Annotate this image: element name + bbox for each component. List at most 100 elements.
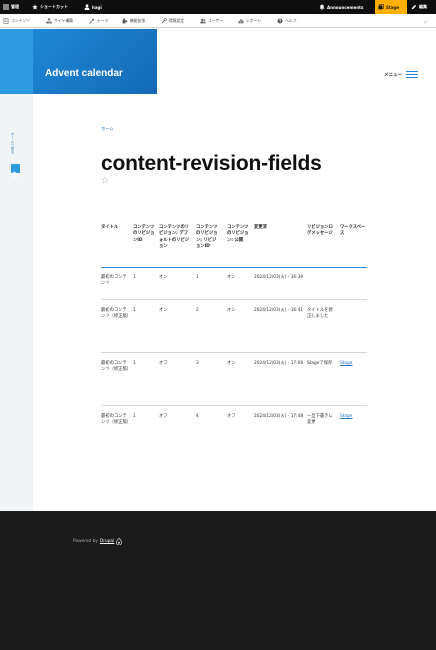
reports-icon	[238, 19, 244, 24]
star-icon	[32, 4, 38, 10]
collapse-icon: |←	[424, 18, 429, 24]
cell-changed: 2024/12/03(火) - 16:41	[254, 308, 304, 313]
admin-menu-label: サイト構築	[54, 18, 73, 23]
column-header-default-revision[interactable]: コンテンツのリビジョン: デフォルトのリビジョン	[159, 225, 191, 251]
cell-published: オン	[227, 275, 236, 280]
bookmark-star-icon[interactable]: ☆	[101, 177, 109, 186]
admin-menu-label: コンテンツ	[11, 18, 30, 23]
column-header-revision-id[interactable]: コンテンツのリビジョンID	[133, 225, 155, 244]
admin-menu-label: 機能拡張	[130, 18, 146, 23]
cell-log-message: Stageで保存	[307, 361, 333, 366]
cell-log-message: 一旦下書きに変更	[307, 414, 333, 426]
column-header-rev-revision-id[interactable]: コンテンツのリビジョン: リビジョンID	[196, 225, 220, 251]
shortcuts-tab[interactable]: ショートカット	[32, 0, 68, 14]
cell-workspace[interactable]: Stage	[340, 414, 352, 420]
structure-icon	[46, 18, 52, 24]
help-icon	[277, 18, 283, 24]
back-to-site-link[interactable]: ホームへ戻る	[11, 132, 16, 154]
feed-icon[interactable]	[11, 164, 20, 178]
cell-published: オフ	[227, 414, 236, 419]
cell-rev-revision-id: 2	[196, 308, 199, 313]
edit-tab[interactable]: 編集	[411, 0, 427, 14]
pencil-icon	[411, 4, 417, 10]
main-menu-toggle[interactable]: メニュー	[384, 71, 418, 78]
side-panel-header	[0, 29, 33, 94]
cell-workspace[interactable]: Stage	[340, 361, 352, 367]
cell-title: 最初のコンテンツ（修正版）	[101, 308, 132, 320]
cell-title: 最初のコンテンツ（修正版）	[101, 414, 132, 426]
hamburger-icon	[406, 71, 418, 78]
stage-label: Stage	[386, 4, 400, 10]
row-divider	[101, 352, 367, 353]
people-icon	[200, 18, 206, 24]
cell-default-revision: オン	[159, 308, 168, 313]
cell-title: 最初のコンテンツ	[101, 275, 127, 287]
admin-menu-label: ヘルプ	[285, 18, 297, 23]
workspace-icon	[378, 4, 384, 10]
cell-revision-id: 1	[133, 414, 136, 419]
powered-by: Powered by Drupal	[73, 538, 123, 545]
cell-log-message: タイトルを修正しました	[307, 308, 333, 320]
hamburger-icon	[3, 4, 9, 10]
workspace-switcher[interactable]: Stage	[375, 0, 407, 14]
page-title: content-revision-fields	[101, 152, 322, 175]
column-header-published[interactable]: コンテンツのリビジョン: 公開	[227, 225, 249, 244]
cell-published: オン	[227, 361, 236, 366]
admin-menu-extend[interactable]: 機能拡張	[122, 14, 145, 28]
cell-revision-id: 1	[133, 361, 136, 366]
powered-by-label: Powered by	[73, 539, 98, 544]
edit-label: 編集	[419, 4, 427, 9]
content-icon	[3, 18, 9, 24]
breadcrumb-home[interactable]: ホーム	[101, 126, 113, 132]
cell-changed: 2024/12/03(火) - 17:48	[254, 414, 304, 419]
cell-rev-revision-id: 3	[196, 361, 199, 366]
cell-default-revision: オフ	[159, 414, 168, 419]
cell-revision-id: 1	[133, 275, 136, 280]
admin-menu-structure[interactable]: サイト構築	[46, 14, 73, 28]
drupal-link[interactable]: Drupal	[100, 539, 114, 544]
user-tab[interactable]: hagi	[84, 0, 102, 14]
cell-title: 最初のコンテンツ（修正版）	[101, 361, 132, 373]
admin-menu-help[interactable]: ヘルプ	[277, 14, 296, 28]
cell-default-revision: オフ	[159, 361, 168, 366]
user-icon	[84, 4, 90, 10]
admin-menu-label: ユーザー	[208, 18, 224, 23]
bell-icon	[319, 4, 325, 10]
cell-default-revision: オン	[159, 275, 168, 280]
manage-label: 管理	[11, 4, 19, 9]
site-footer: Powered by Drupal	[0, 511, 436, 650]
admin-menu-people[interactable]: ユーザー	[200, 14, 223, 28]
column-header-workspace[interactable]: ワークスペース	[340, 225, 367, 238]
admin-menu-config[interactable]: 環境設定	[161, 14, 184, 28]
cell-changed: 2024/12/03(火) - 17:08	[254, 361, 304, 366]
admin-menu-label: レポート	[246, 18, 262, 23]
announcements-label: Announcements	[327, 4, 364, 10]
column-header-changed[interactable]: 変更済	[254, 225, 304, 231]
appearance-icon	[89, 18, 95, 24]
collapse-tray-button[interactable]: |←	[424, 14, 428, 28]
admin-menu-label: テーマ	[97, 18, 109, 23]
side-panel	[0, 29, 33, 511]
site-branding[interactable]: Advent calendar	[33, 29, 157, 94]
site-name[interactable]: Advent calendar	[45, 68, 123, 79]
admin-toolbar: 管理 ショートカット hagi Announcements Stage 編集	[0, 0, 436, 14]
cell-published: オン	[227, 308, 236, 313]
row-divider	[101, 405, 367, 406]
admin-menu-label: 環境設定	[169, 18, 185, 23]
admin-menu-tray: コンテンツ サイト構築 テーマ 機能拡張 環境設定 ユーザー レポート ヘルプ …	[0, 14, 436, 28]
config-icon	[161, 18, 167, 24]
cell-rev-revision-id: 4	[196, 414, 199, 419]
column-header-log-message[interactable]: リビジョンログメッセージ	[307, 225, 337, 238]
manage-tab[interactable]: 管理	[3, 0, 19, 14]
extend-icon	[122, 18, 128, 24]
announcements-tab[interactable]: Announcements	[319, 0, 363, 14]
admin-menu-reports[interactable]: レポート	[238, 14, 261, 28]
cell-changed: 2024/12/03(火) - 16:39	[254, 275, 304, 280]
admin-menu-appearance[interactable]: テーマ	[89, 14, 108, 28]
drupal-drop-icon	[116, 538, 123, 545]
cell-revision-id: 1	[133, 308, 136, 313]
menu-label: メニュー	[384, 72, 402, 78]
user-label: hagi	[92, 4, 102, 10]
admin-menu-content[interactable]: コンテンツ	[3, 14, 30, 28]
column-header-title[interactable]: タイトル	[101, 225, 131, 231]
